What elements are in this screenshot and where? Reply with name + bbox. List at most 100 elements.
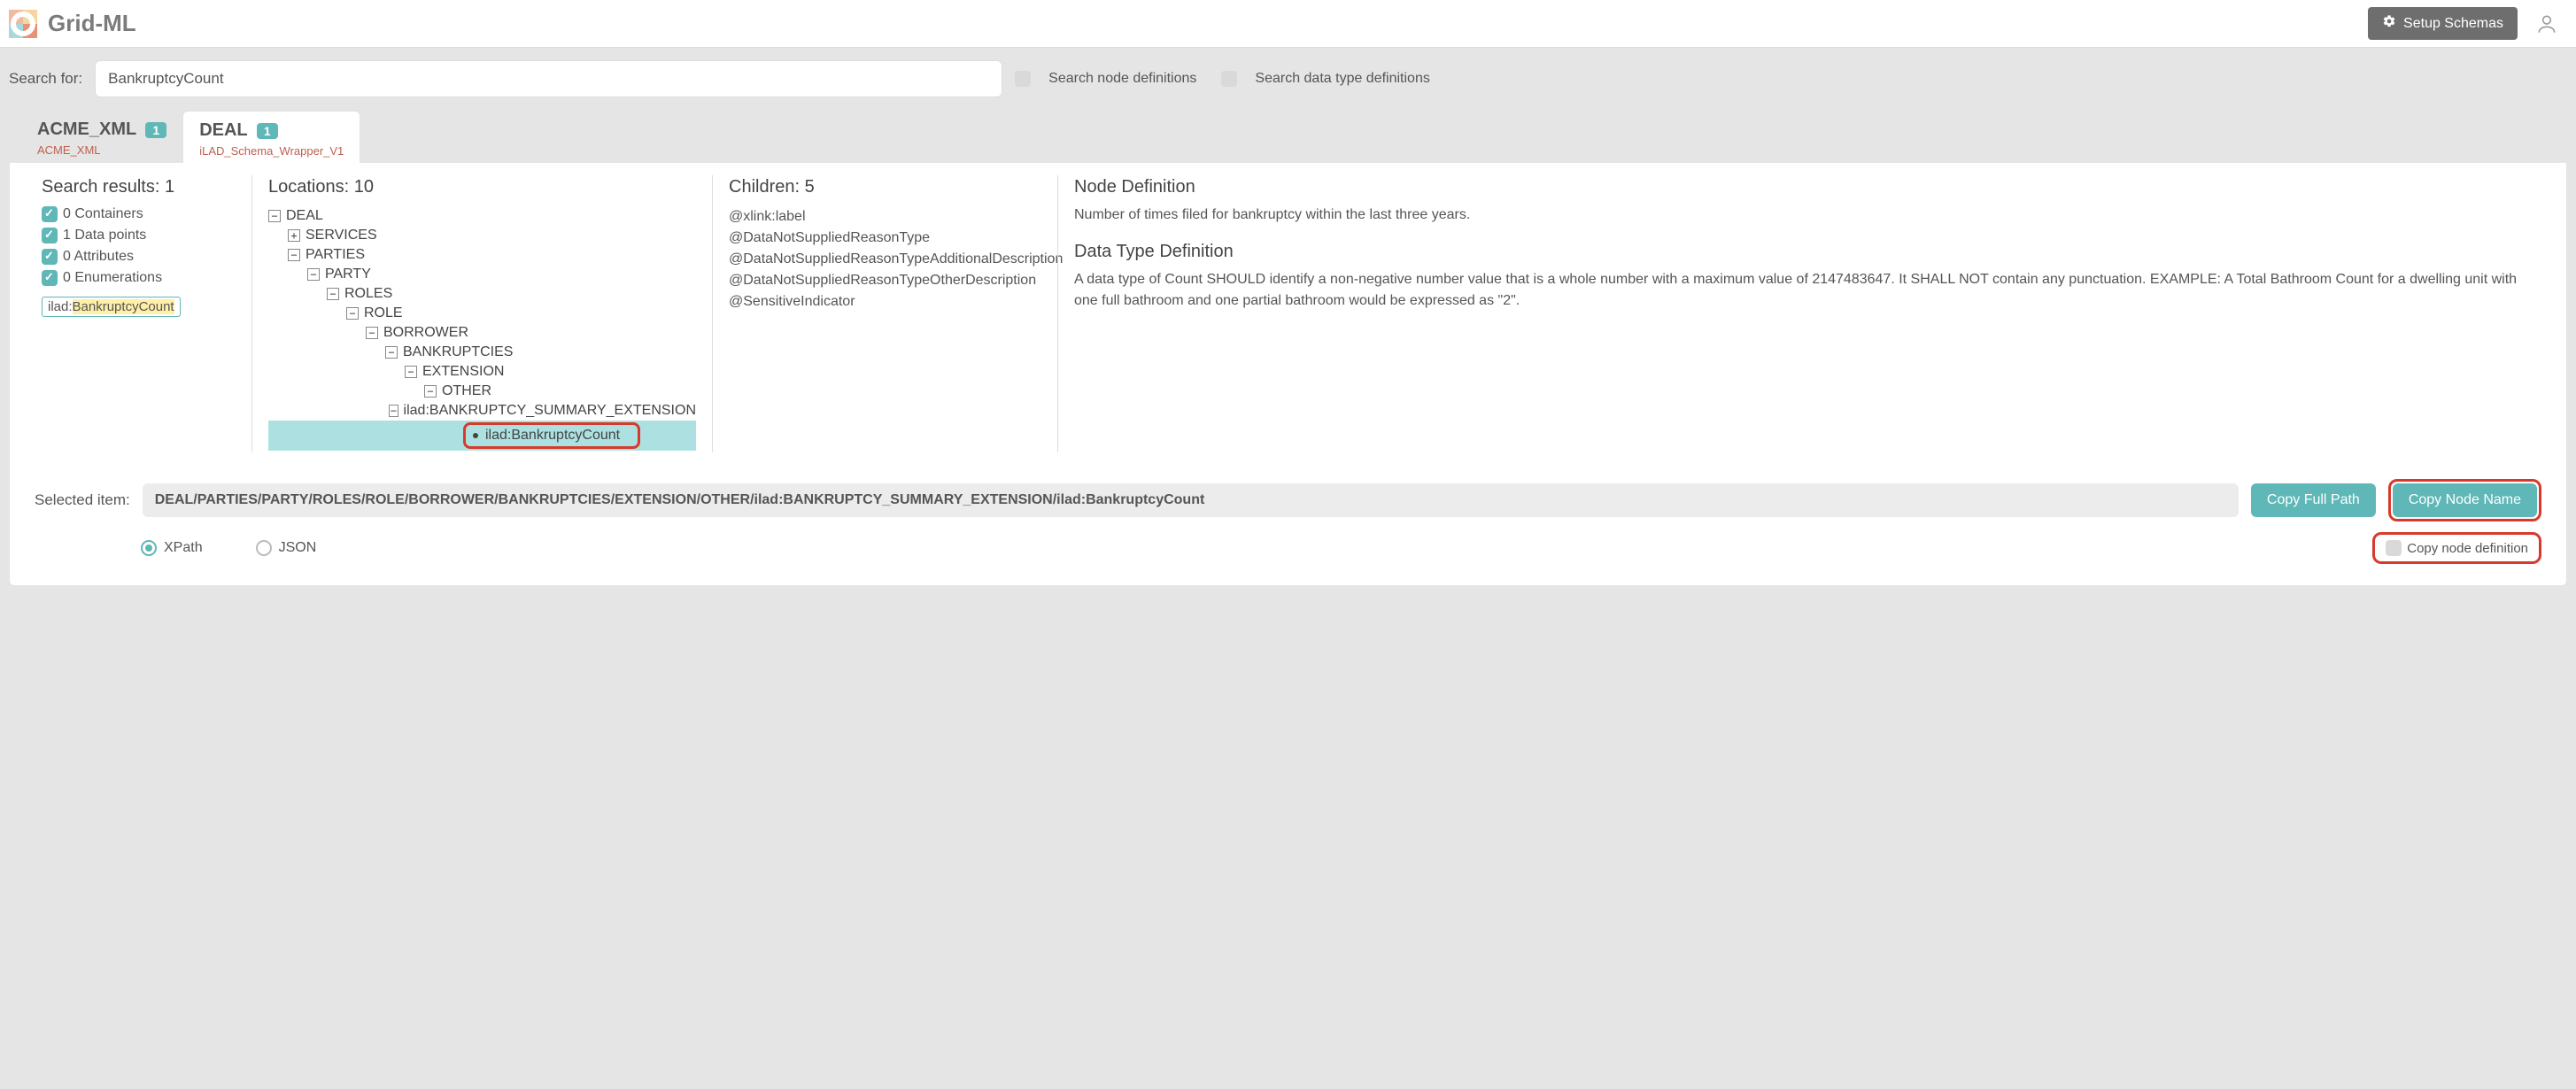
copy-node-definition-label: Copy node definition bbox=[2407, 541, 2528, 556]
search-node-defs-checkbox[interactable] bbox=[1015, 71, 1031, 87]
tree-node[interactable]: −ROLE bbox=[268, 304, 696, 323]
tree-node-label: EXTENSION bbox=[422, 364, 504, 380]
format-xpath-label: XPath bbox=[164, 540, 203, 556]
tree-node-label: BORROWER bbox=[383, 325, 468, 341]
copy-full-path-button[interactable]: Copy Full Path bbox=[2251, 483, 2376, 517]
format-xpath-radio[interactable] bbox=[141, 540, 157, 556]
user-icon[interactable] bbox=[2535, 12, 2558, 35]
selected-item-label: Selected item: bbox=[35, 491, 130, 509]
tree-node[interactable]: −PARTY bbox=[268, 265, 696, 284]
bullet-icon bbox=[473, 433, 478, 438]
filter-attributes-label: 0 Attributes bbox=[63, 249, 134, 265]
collapse-icon[interactable]: − bbox=[307, 268, 320, 281]
filter-attributes-checkbox[interactable] bbox=[42, 249, 58, 265]
tab-name: ACME_XML bbox=[37, 120, 136, 140]
result-highlight: BankruptcyCount bbox=[73, 299, 174, 314]
tree-node-label: DEAL bbox=[286, 208, 323, 224]
search-results-column: Search results: 1 0 Containers 1 Data po… bbox=[26, 175, 251, 452]
node-definition-heading: Node Definition bbox=[1074, 177, 2534, 197]
filter-containers-checkbox[interactable] bbox=[42, 206, 58, 222]
copy-node-definition-checkbox[interactable] bbox=[2386, 540, 2402, 556]
child-attribute[interactable]: @SensitiveIndicator bbox=[729, 291, 1041, 313]
node-definition-text: Number of times filed for bankruptcy wit… bbox=[1074, 205, 2534, 226]
children-column: Children: 5 @xlink:label@DataNotSupplied… bbox=[712, 175, 1057, 452]
collapse-icon[interactable]: − bbox=[385, 346, 398, 359]
definitions-column: Node Definition Number of times filed fo… bbox=[1057, 175, 2550, 452]
child-attribute[interactable]: @DataNotSuppliedReasonType bbox=[729, 228, 1041, 249]
tree-node[interactable]: −PARTIES bbox=[268, 245, 696, 265]
tree-node-label: ilad:BankruptcyCount bbox=[485, 428, 620, 444]
expand-icon[interactable]: + bbox=[288, 229, 300, 242]
locations-column: Locations: 10 −DEAL+SERVICES−PARTIES−PAR… bbox=[251, 175, 712, 452]
tree-node-label: BANKRUPTCIES bbox=[403, 344, 513, 360]
tab-acme-xml[interactable]: ACME_XML 1 ACME_XML bbox=[21, 111, 182, 163]
tree-node[interactable]: −DEAL bbox=[268, 206, 696, 226]
schema-tabs: ACME_XML 1 ACME_XML DEAL 1 iLAD_Schema_W… bbox=[9, 111, 2567, 163]
filter-enumerations-checkbox[interactable] bbox=[42, 270, 58, 286]
format-json-radio[interactable] bbox=[256, 540, 272, 556]
locations-tree: −DEAL+SERVICES−PARTIES−PARTY−ROLES−ROLE−… bbox=[268, 206, 696, 451]
children-list: @xlink:label@DataNotSuppliedReasonType@D… bbox=[729, 206, 1041, 313]
tree-node-label: PARTY bbox=[325, 266, 371, 282]
copy-node-name-button[interactable]: Copy Node Name bbox=[2393, 483, 2537, 517]
gear-icon bbox=[2382, 14, 2396, 33]
filter-datapoints-label: 1 Data points bbox=[63, 228, 146, 243]
collapse-icon[interactable]: − bbox=[288, 249, 300, 261]
collapse-icon[interactable]: − bbox=[346, 307, 359, 320]
collapse-icon[interactable]: − bbox=[389, 405, 398, 417]
child-attribute[interactable]: @DataNotSuppliedReasonTypeOtherDescripti… bbox=[729, 270, 1041, 291]
setup-schemas-label: Setup Schemas bbox=[2403, 16, 2503, 32]
children-title: Children: 5 bbox=[729, 177, 1041, 197]
format-json-label: JSON bbox=[279, 540, 317, 556]
result-prefix: ilad: bbox=[48, 299, 73, 314]
setup-schemas-button[interactable]: Setup Schemas bbox=[2368, 7, 2518, 40]
data-type-definition-text: A data type of Count SHOULD identify a n… bbox=[1074, 269, 2534, 312]
tab-badge: 1 bbox=[145, 122, 166, 138]
tree-leaf[interactable]: ilad:BankruptcyCount bbox=[268, 421, 696, 451]
selected-item-path: DEAL/PARTIES/PARTY/ROLES/ROLE/BORROWER/B… bbox=[143, 483, 2239, 517]
data-type-definition-heading: Data Type Definition bbox=[1074, 242, 2534, 262]
filter-enumerations-label: 0 Enumerations bbox=[63, 270, 162, 286]
search-input[interactable] bbox=[95, 60, 1002, 97]
search-result-item[interactable]: ilad:BankruptcyCount bbox=[42, 297, 181, 317]
collapse-icon[interactable]: − bbox=[424, 385, 437, 398]
tree-node[interactable]: + SERVICES bbox=[268, 226, 696, 245]
tab-name: DEAL bbox=[199, 120, 247, 141]
tree-node-label: PARTIES bbox=[306, 247, 365, 263]
search-node-defs-label: Search node definitions bbox=[1048, 71, 1196, 87]
logo-icon bbox=[9, 10, 37, 38]
search-label: Search for: bbox=[9, 70, 82, 88]
collapse-icon[interactable]: − bbox=[366, 327, 378, 339]
tab-subtext: iLAD_Schema_Wrapper_V1 bbox=[199, 144, 344, 158]
collapse-icon[interactable]: − bbox=[268, 210, 281, 222]
tree-node-label: SERVICES bbox=[306, 228, 377, 243]
search-bar: Search for: Search node definitions Sear… bbox=[0, 48, 2576, 110]
tab-subtext: ACME_XML bbox=[37, 143, 166, 157]
main-panel: ACME_XML 1 ACME_XML DEAL 1 iLAD_Schema_W… bbox=[9, 110, 2567, 586]
tree-node-label: ROLES bbox=[344, 286, 392, 302]
filter-datapoints-checkbox[interactable] bbox=[42, 228, 58, 243]
collapse-icon[interactable]: − bbox=[405, 366, 417, 378]
tree-node-label: ROLE bbox=[364, 305, 403, 321]
selected-item-section: Selected item: DEAL/PARTIES/PARTY/ROLES/… bbox=[19, 468, 2557, 576]
tree-node[interactable]: −OTHER bbox=[268, 382, 696, 401]
search-type-defs-checkbox[interactable] bbox=[1221, 71, 1237, 87]
locations-title: Locations: 10 bbox=[268, 177, 696, 197]
tab-badge: 1 bbox=[257, 123, 278, 139]
filter-containers-label: 0 Containers bbox=[63, 206, 143, 222]
tree-node[interactable]: −BORROWER bbox=[268, 323, 696, 343]
collapse-icon[interactable]: − bbox=[327, 288, 339, 300]
child-attribute[interactable]: @DataNotSuppliedReasonTypeAdditionalDesc… bbox=[729, 249, 1041, 270]
tree-node[interactable]: −BANKRUPTCIES bbox=[268, 343, 696, 362]
tree-node-label: OTHER bbox=[442, 383, 491, 399]
tree-node-label: ilad:BANKRUPTCY_SUMMARY_EXTENSION bbox=[404, 403, 696, 419]
tab-deal[interactable]: DEAL 1 iLAD_Schema_Wrapper_V1 bbox=[182, 111, 360, 163]
tree-node[interactable]: −ROLES bbox=[268, 284, 696, 304]
brand-title: Grid-ML bbox=[48, 10, 2368, 37]
highlight-ring: Copy Node Name bbox=[2388, 479, 2541, 521]
search-type-defs-label: Search data type definitions bbox=[1255, 71, 1429, 87]
child-attribute[interactable]: @xlink:label bbox=[729, 206, 1041, 228]
tree-node[interactable]: −EXTENSION bbox=[268, 362, 696, 382]
tree-node[interactable]: −ilad:BANKRUPTCY_SUMMARY_EXTENSION bbox=[268, 401, 696, 421]
highlight-ring: Copy node definition bbox=[2372, 532, 2541, 564]
